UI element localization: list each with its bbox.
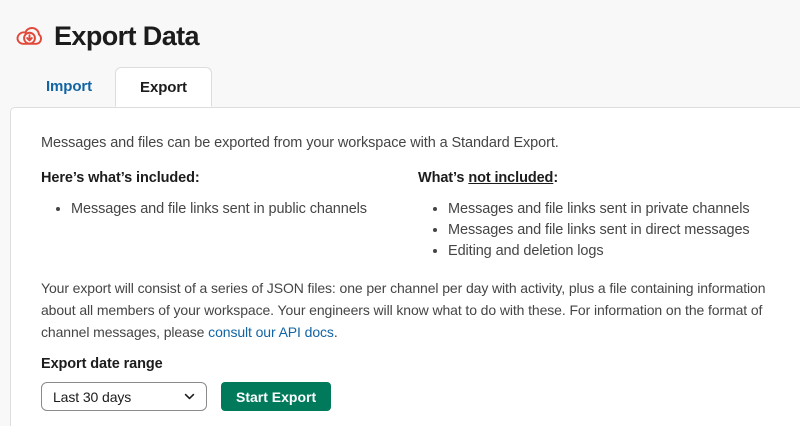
details-after-link: .: [333, 324, 338, 340]
export-panel: Messages and files can be exported from …: [10, 107, 800, 426]
chevron-down-icon: [184, 393, 195, 400]
page-header: Export Data: [0, 0, 800, 52]
list-item: Messages and file links sent in public c…: [71, 199, 418, 220]
page-title: Export Data: [54, 21, 200, 51]
tab-bar: Import Export: [0, 67, 800, 107]
not-included-section: What’s not included: Messages and file l…: [418, 170, 770, 262]
date-range-select[interactable]: Last 30 days: [41, 382, 207, 411]
cloud-download-icon: [14, 23, 45, 51]
included-heading: Here’s what’s included:: [41, 170, 200, 186]
details-before-link: Your export will consist of a series of …: [41, 280, 766, 340]
list-item: Editing and deletion logs: [448, 241, 770, 262]
export-date-range-label: Export date range: [41, 356, 163, 372]
not-included-list: Messages and file links sent in private …: [418, 199, 770, 262]
date-range-selected-value: Last 30 days: [53, 388, 132, 405]
list-item: Messages and file links sent in private …: [448, 199, 770, 220]
heading-underlined: not included: [468, 170, 554, 186]
included-section: Here’s what’s included: Messages and fil…: [41, 170, 418, 262]
heading-suffix: :: [553, 170, 559, 186]
start-export-button[interactable]: Start Export: [221, 382, 332, 411]
export-controls: Last 30 days Start Export: [41, 382, 770, 411]
list-item: Messages and file links sent in direct m…: [448, 220, 770, 241]
details-text: Your export will consist of a series of …: [41, 277, 770, 343]
tab-import[interactable]: Import: [23, 67, 115, 107]
heading-prefix: What’s: [418, 170, 469, 186]
not-included-heading: What’s not included:: [418, 170, 770, 186]
included-list: Messages and file links sent in public c…: [41, 199, 418, 220]
export-data-page: { "header": { "title": "Export Data", "i…: [0, 0, 800, 426]
api-docs-link[interactable]: consult our API docs: [208, 324, 334, 340]
tab-export[interactable]: Export: [115, 67, 212, 107]
inclusion-columns: Here’s what’s included: Messages and fil…: [41, 170, 770, 262]
intro-text: Messages and files can be exported from …: [41, 135, 559, 151]
